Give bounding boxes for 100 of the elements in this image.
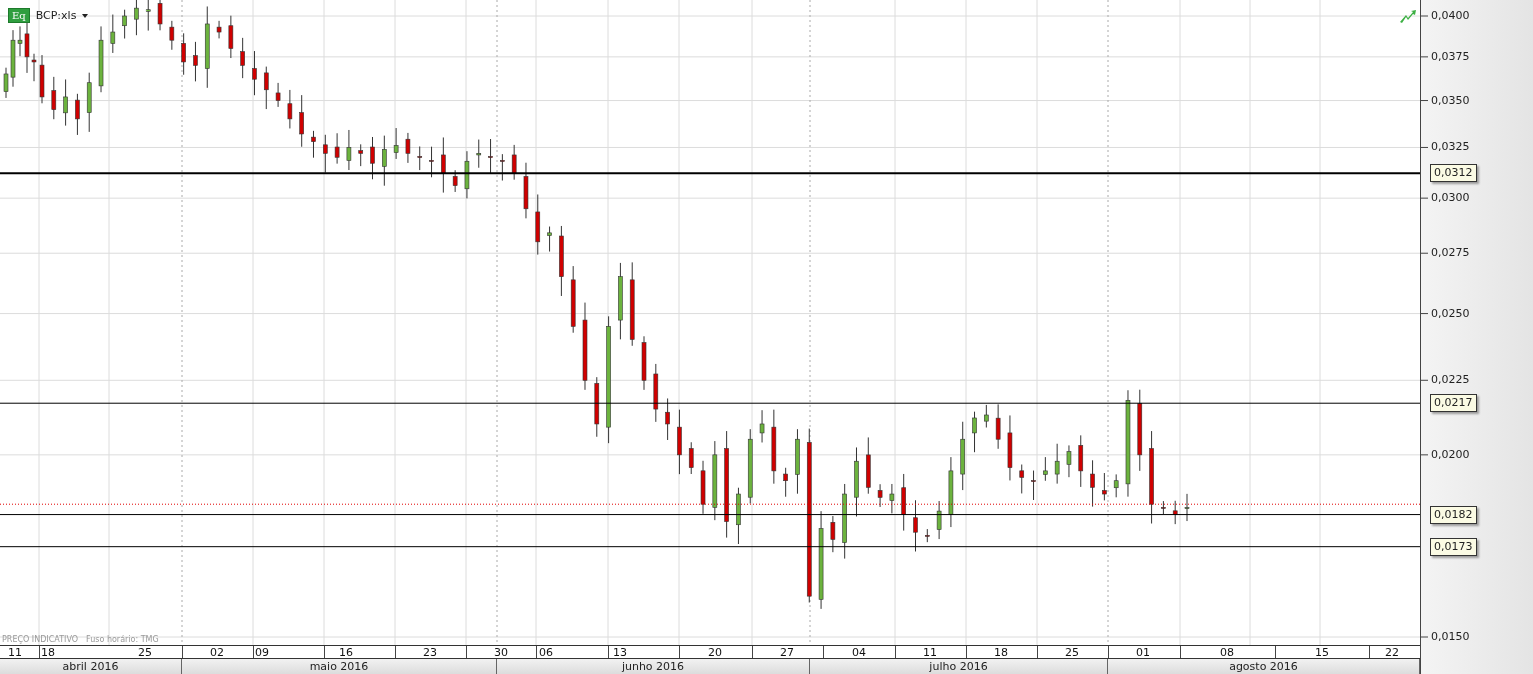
candle	[653, 363, 659, 423]
price-tag: 0,0217	[1430, 394, 1477, 413]
candle	[984, 404, 989, 428]
price-tag: 0,0182	[1430, 505, 1477, 524]
candle	[570, 265, 576, 334]
date-label: 30	[494, 646, 508, 659]
candle	[559, 225, 564, 297]
candle	[1043, 456, 1048, 482]
candle	[1031, 470, 1036, 501]
footnote-text: PREÇO INDICATIVO	[2, 635, 79, 644]
candle	[75, 93, 80, 136]
candle	[240, 37, 245, 79]
candle	[759, 409, 765, 443]
candle	[346, 129, 352, 171]
candle	[299, 94, 304, 148]
candle	[1078, 434, 1084, 488]
candle	[429, 146, 434, 178]
candle	[523, 162, 529, 219]
candle	[464, 150, 470, 199]
candle	[1113, 473, 1119, 498]
candle	[736, 487, 741, 545]
candle	[854, 446, 859, 517]
price-tag: 0,0173	[1430, 537, 1477, 556]
candle	[913, 499, 918, 552]
candle	[1054, 443, 1060, 485]
date-label: 01	[1136, 646, 1150, 659]
candle	[1161, 500, 1166, 515]
date-label: 02	[210, 646, 224, 659]
axis-tick-label: 0,0200	[1431, 447, 1470, 462]
candle	[995, 403, 1001, 450]
candle	[228, 15, 234, 59]
candle	[936, 500, 942, 540]
candle	[39, 54, 45, 104]
candle	[1102, 472, 1107, 501]
candle	[370, 136, 375, 180]
candle	[63, 78, 68, 127]
equity-badge: Eq	[8, 8, 30, 23]
candle	[1019, 464, 1025, 494]
candle	[51, 76, 57, 120]
candle	[866, 436, 871, 495]
trend-arrow-icon	[1400, 10, 1416, 23]
candle	[181, 32, 186, 76]
month-label: maio 2016	[182, 659, 497, 674]
candle	[193, 41, 198, 82]
date-label: 22	[1385, 646, 1399, 659]
candle	[382, 135, 387, 187]
candle	[688, 441, 694, 475]
date-label: 20	[708, 646, 722, 659]
candle	[677, 409, 682, 475]
month-label: agosto 2016	[1108, 659, 1420, 674]
candle	[700, 460, 706, 515]
candle	[830, 515, 836, 553]
axis-tick-label: 0,0250	[1431, 306, 1470, 321]
candle	[110, 14, 116, 54]
date-label: 06	[539, 646, 553, 659]
candle	[665, 397, 670, 441]
date-label: 08	[1220, 646, 1234, 659]
candle	[405, 132, 411, 164]
candle	[169, 20, 175, 51]
candle	[263, 66, 269, 110]
candle	[488, 138, 493, 174]
date-label: 11	[8, 646, 22, 659]
candle	[287, 89, 293, 129]
candle	[1172, 500, 1178, 525]
candle	[877, 483, 883, 508]
candle	[86, 72, 92, 133]
candle	[1184, 493, 1190, 522]
candle	[901, 473, 906, 532]
candle	[441, 136, 446, 194]
axis-tick-label: 0,0325	[1431, 140, 1470, 155]
candle	[925, 528, 930, 543]
candle	[134, 0, 139, 36]
candle	[641, 335, 647, 391]
caret-icon[interactable]	[82, 13, 89, 18]
date-label: 11	[923, 646, 937, 659]
candle	[157, 0, 163, 31]
symbol-label[interactable]: BCP:xls	[35, 9, 77, 22]
candle	[358, 143, 363, 167]
candle	[311, 130, 316, 159]
candle	[1007, 414, 1013, 481]
axis-tick-label: 0,0400	[1431, 9, 1470, 23]
candle	[122, 9, 127, 39]
candle	[783, 467, 788, 498]
candle	[500, 153, 505, 182]
candle	[972, 411, 977, 453]
date-label: 25	[138, 646, 152, 659]
month-label: junho 2016	[497, 659, 810, 674]
candle	[960, 421, 965, 491]
month-label: abril 2016	[0, 659, 182, 674]
date-label: 16	[339, 646, 353, 659]
date-label: 18	[41, 646, 55, 659]
candle	[889, 483, 895, 514]
date-label: 13	[613, 646, 627, 659]
candle	[275, 82, 281, 108]
candle	[98, 25, 104, 93]
date-label: 18	[994, 646, 1008, 659]
price-tag: 0,0312	[1430, 164, 1477, 183]
candle	[1066, 444, 1072, 478]
axis-tick-label: 0,0375	[1431, 49, 1470, 64]
footnote-text: Fuso horário: TMG	[86, 635, 159, 644]
